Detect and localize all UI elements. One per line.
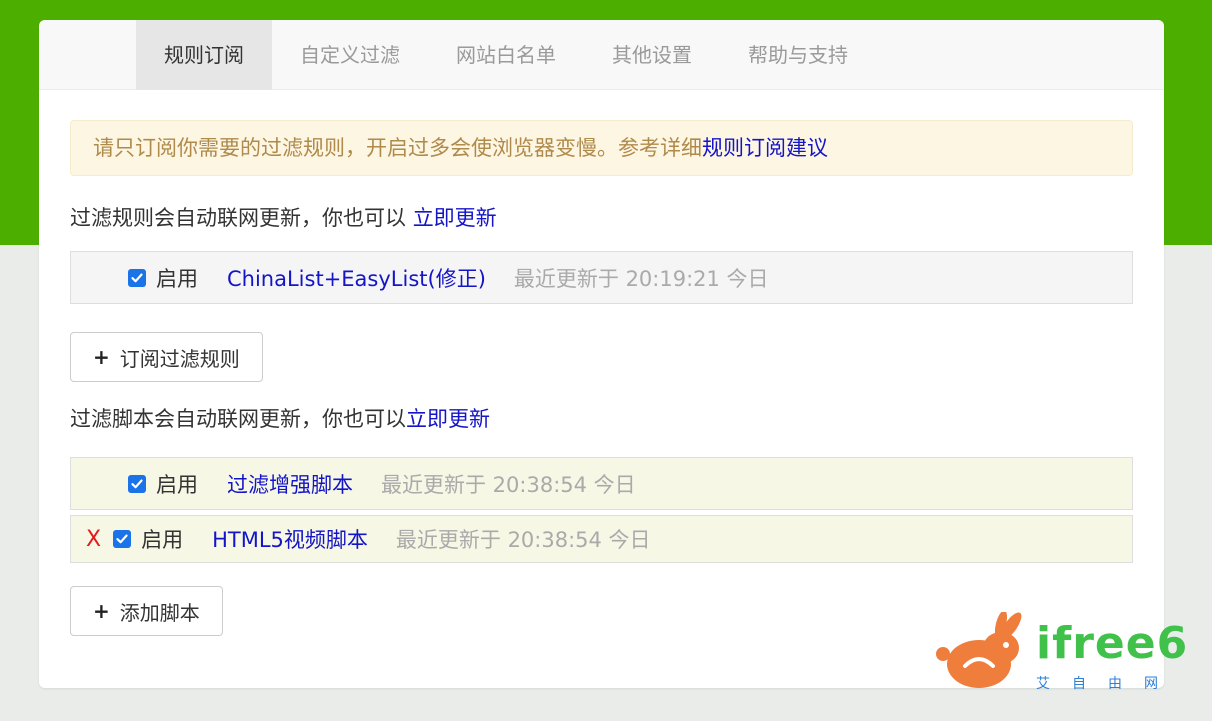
script-name-link[interactable]: 过滤增强脚本 xyxy=(227,469,353,499)
rule-advice-link[interactable]: 规则订阅建议 xyxy=(702,136,828,160)
script-updated-time: 最近更新于 20:38:54 今日 xyxy=(395,528,651,552)
add-script-label: 添加脚本 xyxy=(119,600,200,625)
rules-update-now-link[interactable]: 立即更新 xyxy=(413,206,497,230)
script-updated-time: 最近更新于 20:38:54 今日 xyxy=(381,472,636,497)
subscribe-rules-label: 订阅过滤规则 xyxy=(119,346,240,371)
script-item: 启用 过滤增强脚本 最近更新于 20:38:54 今日 xyxy=(70,457,1133,510)
brand-watermark: ifree6 xyxy=(1036,618,1189,669)
rule-name-link[interactable]: ChinaList+EasyList(修正) xyxy=(227,263,486,293)
script-enable-label: 启用 xyxy=(141,528,184,552)
tab-custom-filter[interactable]: 自定义过滤 xyxy=(272,20,428,90)
warning-alert: 请只订阅你需要的过滤规则，开启过多会使浏览器变慢。参考详细规则订阅建议 xyxy=(70,120,1133,176)
scripts-update-info: 过滤脚本会自动联网更新，你也可以立即更新 xyxy=(70,404,1133,434)
plus-icon: + xyxy=(93,345,110,369)
rule-item: 启用 ChinaList+EasyList(修正) 最近更新于 20:19:21… xyxy=(70,251,1133,304)
rules-update-info: 过滤规则会自动联网更新，你也可以 立即更新 xyxy=(70,203,1133,233)
tab-other-settings[interactable]: 其他设置 xyxy=(584,20,720,90)
check-icon xyxy=(131,273,143,282)
delete-script-button[interactable]: X xyxy=(86,527,101,552)
subscribe-rules-button[interactable]: + 订阅过滤规则 xyxy=(70,332,263,382)
script-name-link[interactable]: HTML5视频脚本 xyxy=(212,524,368,554)
script-enable-label: 启用 xyxy=(156,472,198,497)
brand-subtitle: 艾自由网 xyxy=(1036,676,1180,692)
add-script-button[interactable]: + 添加脚本 xyxy=(70,586,223,636)
script-item: X 启用 HTML5视频脚本 最近更新于 20:38:54 今日 xyxy=(70,515,1133,563)
check-icon xyxy=(131,479,143,488)
rule-enable-label: 启用 xyxy=(156,266,198,291)
tab-site-whitelist[interactable]: 网站白名单 xyxy=(428,20,584,90)
settings-panel: 规则订阅 自定义过滤 网站白名单 其他设置 帮助与支持 请只订阅你需要的过滤规则… xyxy=(39,20,1164,688)
tab-help-support[interactable]: 帮助与支持 xyxy=(720,20,876,90)
tab-content: 请只订阅你需要的过滤规则，开启过多会使浏览器变慢。参考详细规则订阅建议 过滤规则… xyxy=(39,90,1164,636)
script-enable-checkbox[interactable] xyxy=(113,530,132,548)
plus-icon: + xyxy=(93,599,110,623)
rule-updated-time: 最近更新于 20:19:21 今日 xyxy=(513,266,769,291)
alert-text: 请只订阅你需要的过滤规则，开启过多会使浏览器变慢。参考详细 xyxy=(93,136,702,160)
tab-rule-subscription[interactable]: 规则订阅 xyxy=(136,20,272,90)
scripts-info-text: 过滤脚本会自动联网更新，你也可以 xyxy=(70,407,406,431)
tab-bar: 规则订阅 自定义过滤 网站白名单 其他设置 帮助与支持 xyxy=(39,20,1164,90)
script-enable-checkbox[interactable] xyxy=(128,474,146,493)
rules-info-text: 过滤规则会自动联网更新，你也可以 xyxy=(70,206,413,230)
rule-enable-checkbox[interactable] xyxy=(128,268,146,287)
check-icon xyxy=(116,534,128,544)
scripts-update-now-link[interactable]: 立即更新 xyxy=(406,407,490,431)
